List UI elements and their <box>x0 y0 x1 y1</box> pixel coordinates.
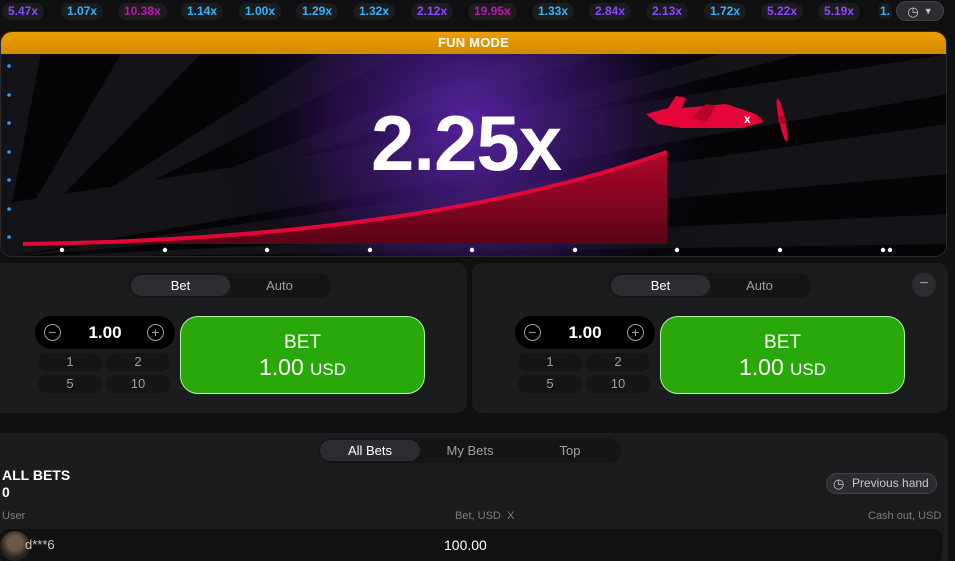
history-item[interactable]: 1. <box>878 3 892 20</box>
bet-panel-2: Bet Auto − 1.00 − + 1 2 5 10 BET 1.00 US… <box>472 263 948 413</box>
tab-bet[interactable]: Bet <box>131 275 230 296</box>
history-item[interactable]: 5.19x <box>818 3 861 20</box>
tab-bet[interactable]: Bet <box>611 275 710 296</box>
tab-my-bets[interactable]: My Bets <box>420 440 520 461</box>
tab-top[interactable]: Top <box>520 440 620 461</box>
plus-icon[interactable]: + <box>147 324 164 341</box>
quick-amount-button[interactable]: 1 <box>38 353 102 371</box>
quick-amount-button[interactable]: 5 <box>518 375 582 393</box>
quick-amount-button[interactable]: 2 <box>106 353 170 371</box>
bet-button-amount: 1.00 <box>258 354 304 380</box>
history-item[interactable]: 1.32x <box>353 3 396 20</box>
bets-section: All Bets My Bets Top ALL BETS 0 ◷ Previo… <box>0 433 948 561</box>
minus-icon: − <box>919 275 929 292</box>
bet-button-label: BET <box>764 332 801 353</box>
current-multiplier: 2.25x <box>371 99 562 187</box>
game-stage: FUN MODE x 2.25x <box>0 31 947 257</box>
history-item[interactable]: 1.07x <box>61 3 104 20</box>
history-toggle-button[interactable]: ◷ ▼ <box>896 1 944 21</box>
previous-hand-label: Previous hand <box>852 476 929 490</box>
tab-auto[interactable]: Auto <box>710 275 809 296</box>
minus-icon[interactable]: − <box>44 324 61 341</box>
history-item[interactable]: 2.13x <box>646 3 689 20</box>
row-bet: 100.00 <box>444 537 487 553</box>
tab-all-bets[interactable]: All Bets <box>320 440 420 461</box>
column-bet: Bet, USD <box>455 510 501 522</box>
minus-icon[interactable]: − <box>524 324 541 341</box>
history-item[interactable]: 10.38x <box>118 3 167 20</box>
quick-amount-button[interactable]: 10 <box>106 375 170 393</box>
row-user: d***6 <box>25 537 55 552</box>
multiplier-history: 5.47x 1.07x 10.38x 1.14x 1.00x 1.29x 1.3… <box>0 0 955 24</box>
bet-button-currency: USD <box>790 360 827 379</box>
history-item[interactable]: 5.22x <box>761 3 804 20</box>
all-bets-count: 0 <box>2 484 10 500</box>
all-bets-title: ALL BETS <box>2 467 71 483</box>
history-clock-icon: ◷ <box>907 3 919 19</box>
history-item[interactable]: 5.47x <box>2 3 45 20</box>
history-item[interactable]: 2.12x <box>411 3 454 20</box>
fun-mode-banner: FUN MODE <box>1 32 946 54</box>
bet-button[interactable]: BET 1.00 USD <box>180 316 425 394</box>
stake-stepper: 1.00 − + <box>35 316 175 349</box>
history-item[interactable]: 1.33x <box>532 3 575 20</box>
quick-amount-button[interactable]: 10 <box>586 375 650 393</box>
column-cashout: Cash out, USD <box>868 510 942 522</box>
bet-mode-switcher: Bet Auto <box>609 273 811 298</box>
plus-icon[interactable]: + <box>627 324 644 341</box>
remove-panel-button[interactable]: − <box>912 273 936 297</box>
history-item[interactable]: 1.72x <box>704 3 747 20</box>
stake-stepper: 1.00 − + <box>515 316 655 349</box>
table-row: d***6 100.00 <box>0 529 942 561</box>
bets-tabs: All Bets My Bets Top <box>319 438 621 463</box>
bet-button-amount: 1.00 <box>738 354 784 380</box>
bet-button-label: BET <box>284 332 321 353</box>
history-item[interactable]: 1.29x <box>296 3 339 20</box>
history-item[interactable]: 1.14x <box>181 3 224 20</box>
bet-button[interactable]: BET 1.00 USD <box>660 316 905 394</box>
history-clock-icon: ◷ <box>833 476 845 491</box>
quick-amount-button[interactable]: 5 <box>38 375 102 393</box>
quick-amount-button[interactable]: 1 <box>518 353 582 371</box>
previous-hand-button[interactable]: ◷ Previous hand <box>826 473 937 494</box>
history-item[interactable]: 19.95x <box>468 3 517 20</box>
bet-panel-1: Bet Auto 1.00 − + 1 2 5 10 BET 1.00 USD <box>0 263 467 413</box>
quick-amount-button[interactable]: 2 <box>586 353 650 371</box>
bet-mode-switcher: Bet Auto <box>129 273 331 298</box>
chevron-down-icon: ▼ <box>923 5 933 16</box>
column-user: User <box>2 510 26 522</box>
tab-auto[interactable]: Auto <box>230 275 329 296</box>
history-item[interactable]: 1.00x <box>239 3 282 20</box>
svg-text:x: x <box>744 112 751 126</box>
aviator-game: 5.47x 1.07x 10.38x 1.14x 1.00x 1.29x 1.3… <box>0 0 955 561</box>
column-x: X <box>507 510 515 522</box>
bet-button-currency: USD <box>310 360 347 379</box>
history-item[interactable]: 2.84x <box>589 3 632 20</box>
